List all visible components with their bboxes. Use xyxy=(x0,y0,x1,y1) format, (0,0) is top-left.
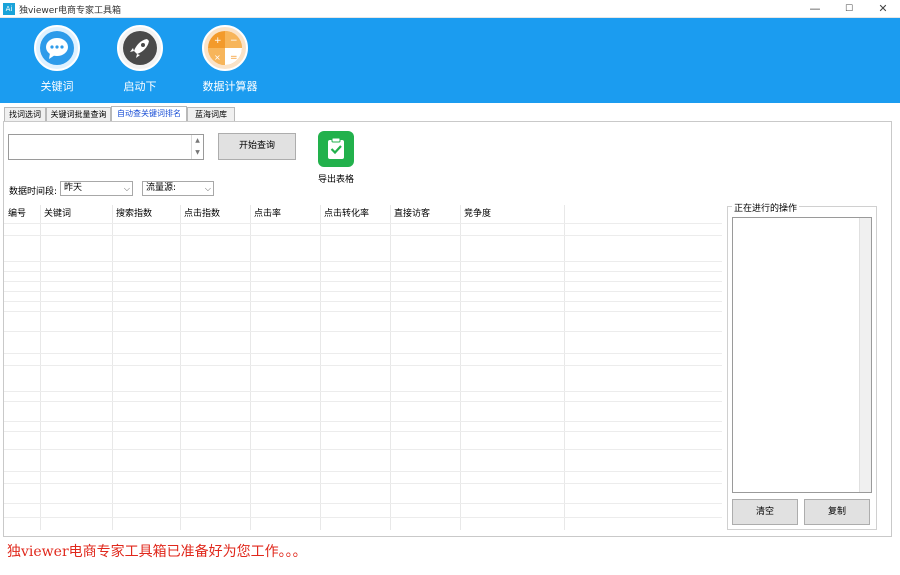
log-scrollbar[interactable] xyxy=(859,218,871,492)
row-divider xyxy=(4,311,722,312)
period-select[interactable]: 昨天 ⌵ xyxy=(60,181,133,196)
chat-bubble-icon xyxy=(34,25,80,71)
window-title: 独viewer电商专家工具箱 xyxy=(19,6,121,16)
close-button[interactable]: ✕ xyxy=(866,0,900,18)
terminal-label: 流量源: xyxy=(146,183,177,193)
row-divider xyxy=(4,223,722,224)
column-divider xyxy=(180,205,181,530)
column-divider xyxy=(564,205,565,530)
svg-text:=: = xyxy=(230,53,238,63)
tab-blue-ocean[interactable]: 蓝海词库 xyxy=(187,107,235,122)
keyword-input[interactable]: ▲ ▼ xyxy=(8,134,204,160)
column-header[interactable]: 直接访客 xyxy=(390,205,430,223)
column-divider xyxy=(320,205,321,530)
column-divider xyxy=(112,205,113,530)
toolbar-header: 关键词 启动下 + − × = 数据计算器 xyxy=(0,18,900,103)
clear-button[interactable]: 清空 xyxy=(732,499,798,525)
tab-find-words[interactable]: 找词选词 xyxy=(4,107,46,122)
row-divider xyxy=(4,503,722,504)
calculator-tool-label: 数据计算器 xyxy=(202,80,258,93)
tab-auto-rank[interactable]: 自动查关键词排名 xyxy=(111,106,187,122)
clipboard-check-icon[interactable] xyxy=(318,131,354,167)
chevron-down-icon: ⌵ xyxy=(123,184,130,193)
row-divider xyxy=(4,331,722,332)
column-divider xyxy=(40,205,41,530)
start-query-button[interactable]: 开始查询 xyxy=(218,133,296,160)
title-bar: Ai 独viewer电商专家工具箱 — ☐ ✕ xyxy=(0,0,900,18)
launch-tool-button[interactable]: 启动下 xyxy=(105,23,175,101)
input-scroll-arrows[interactable]: ▲ ▼ xyxy=(191,135,203,159)
export-table-label[interactable]: 导出表格 xyxy=(306,172,366,185)
app-icon: Ai xyxy=(3,3,15,15)
results-table[interactable]: 编号 关键词 搜索指数 点击指数 点击率 点击转化率 直接访客 竞争度 xyxy=(4,205,722,530)
maximize-button[interactable]: ☐ xyxy=(832,0,866,18)
chevron-down-icon: ⌵ xyxy=(204,184,211,193)
calculator-icon: + − × = xyxy=(202,25,248,71)
rocket-icon xyxy=(117,25,163,71)
row-divider xyxy=(4,291,722,292)
row-divider xyxy=(4,517,722,518)
operation-log-textarea[interactable] xyxy=(732,217,872,493)
keyword-tool-label: 关键词 xyxy=(40,80,74,93)
row-divider xyxy=(4,281,722,282)
svg-text:+: + xyxy=(214,36,222,46)
operation-log-title: 正在进行的操作 xyxy=(732,201,800,214)
column-header[interactable]: 搜索指数 xyxy=(112,205,152,223)
column-header[interactable]: 编号 xyxy=(4,205,26,223)
row-divider xyxy=(4,401,722,402)
row-divider xyxy=(4,449,722,450)
row-divider xyxy=(4,271,722,272)
row-divider xyxy=(4,365,722,366)
row-divider xyxy=(4,391,722,392)
tab-batch-query[interactable]: 关键词批量查询 xyxy=(46,107,111,122)
keyword-tool-button[interactable]: 关键词 xyxy=(22,23,92,101)
terminal-select[interactable]: 流量源: ⌵ xyxy=(142,181,214,196)
calculator-tool-button[interactable]: + − × = 数据计算器 xyxy=(190,23,270,101)
row-divider xyxy=(4,261,722,262)
column-divider xyxy=(460,205,461,530)
column-header[interactable]: 点击指数 xyxy=(180,205,220,223)
svg-text:−: − xyxy=(230,36,238,46)
column-divider xyxy=(390,205,391,530)
column-header[interactable]: 点击转化率 xyxy=(320,205,369,223)
minimize-button[interactable]: — xyxy=(798,0,832,18)
row-divider xyxy=(4,471,722,472)
column-header[interactable]: 关键词 xyxy=(40,205,71,223)
row-divider xyxy=(4,431,722,432)
row-divider xyxy=(4,301,722,302)
column-header[interactable]: 竞争度 xyxy=(460,205,491,223)
column-header[interactable]: 点击率 xyxy=(250,205,281,223)
status-message: 独viewer电商专家工具箱已准备好为您工作。。。 xyxy=(7,544,307,560)
svg-text:×: × xyxy=(214,53,221,62)
launch-tool-label: 启动下 xyxy=(123,80,157,93)
row-divider xyxy=(4,353,722,354)
row-divider xyxy=(4,421,722,422)
copy-button[interactable]: 复制 xyxy=(804,499,870,525)
row-divider xyxy=(4,235,722,236)
period-select-value: 昨天 xyxy=(64,183,83,193)
period-label: 数据时间段: xyxy=(9,187,58,197)
column-divider xyxy=(250,205,251,530)
row-divider xyxy=(4,483,722,484)
